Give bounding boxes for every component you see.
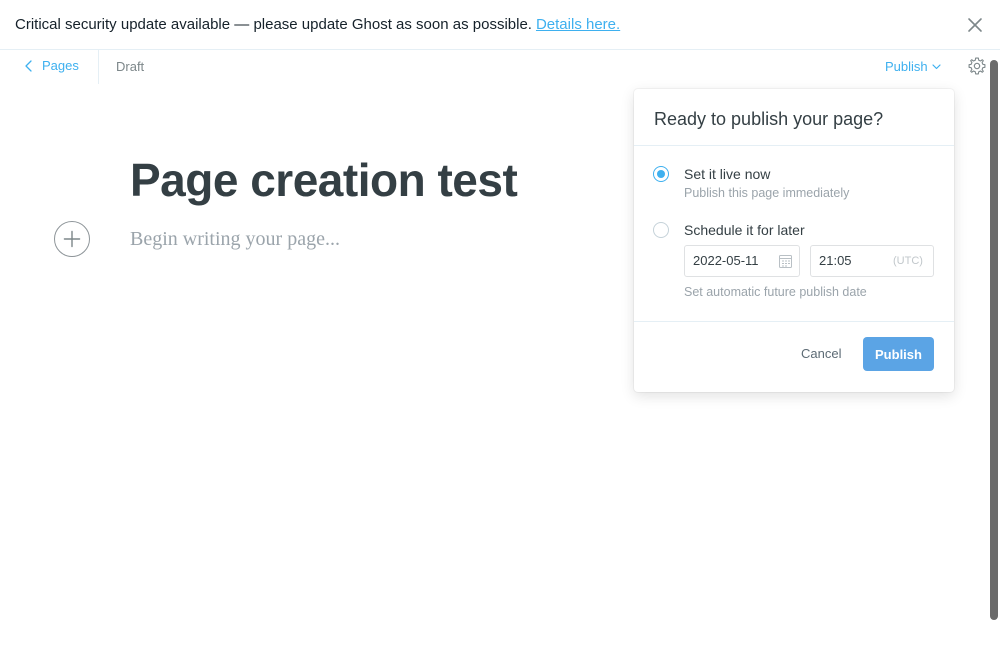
alert-message-text: Critical security update available — ple…	[15, 16, 532, 33]
option-schedule-label[interactable]: Schedule it for later	[684, 222, 805, 238]
option-publish-now-description: Publish this page immediately	[684, 186, 850, 200]
publish-menu-trigger[interactable]: Publish	[885, 59, 941, 74]
radio-publish-now[interactable]	[653, 166, 669, 182]
chevron-left-icon	[25, 59, 32, 72]
security-alert-bar: Critical security update available — ple…	[0, 0, 1000, 50]
back-to-pages-link[interactable]: Pages	[24, 58, 79, 73]
page-title[interactable]: Page creation test	[130, 153, 518, 207]
option-schedule-description: Set automatic future publish date	[684, 285, 867, 299]
radio-schedule-later[interactable]	[653, 222, 669, 238]
alert-message: Critical security update available — ple…	[15, 16, 620, 33]
calendar-icon	[779, 255, 792, 268]
gear-icon[interactable]	[967, 56, 987, 76]
back-link-label: Pages	[42, 58, 79, 73]
vertical-scrollbar[interactable]	[990, 60, 998, 620]
schedule-date-field[interactable]	[684, 245, 800, 277]
schedule-date-input[interactable]	[693, 253, 773, 268]
add-card-button[interactable]	[54, 221, 90, 257]
schedule-time-field[interactable]: (UTC)	[810, 245, 934, 277]
close-icon[interactable]	[964, 14, 986, 36]
editor-header: Pages Draft Publish	[0, 50, 990, 84]
popover-footer-divider	[634, 321, 954, 322]
popover-divider	[634, 145, 954, 146]
body-placeholder[interactable]: Begin writing your page...	[130, 228, 340, 251]
chevron-down-icon	[932, 63, 941, 69]
header-divider	[98, 50, 99, 84]
schedule-time-input[interactable]	[819, 253, 879, 268]
timezone-label: (UTC)	[893, 255, 923, 267]
publish-button[interactable]: Publish	[863, 337, 934, 371]
option-publish-now-label[interactable]: Set it live now	[684, 166, 770, 182]
post-status: Draft	[116, 59, 145, 74]
publish-popover-title: Ready to publish your page?	[654, 109, 884, 129]
publish-trigger-label: Publish	[885, 59, 928, 74]
alert-details-link[interactable]: Details here.	[536, 16, 620, 33]
cancel-button[interactable]: Cancel	[801, 346, 841, 361]
publish-popover: Ready to publish your page? Set it live …	[634, 89, 954, 392]
